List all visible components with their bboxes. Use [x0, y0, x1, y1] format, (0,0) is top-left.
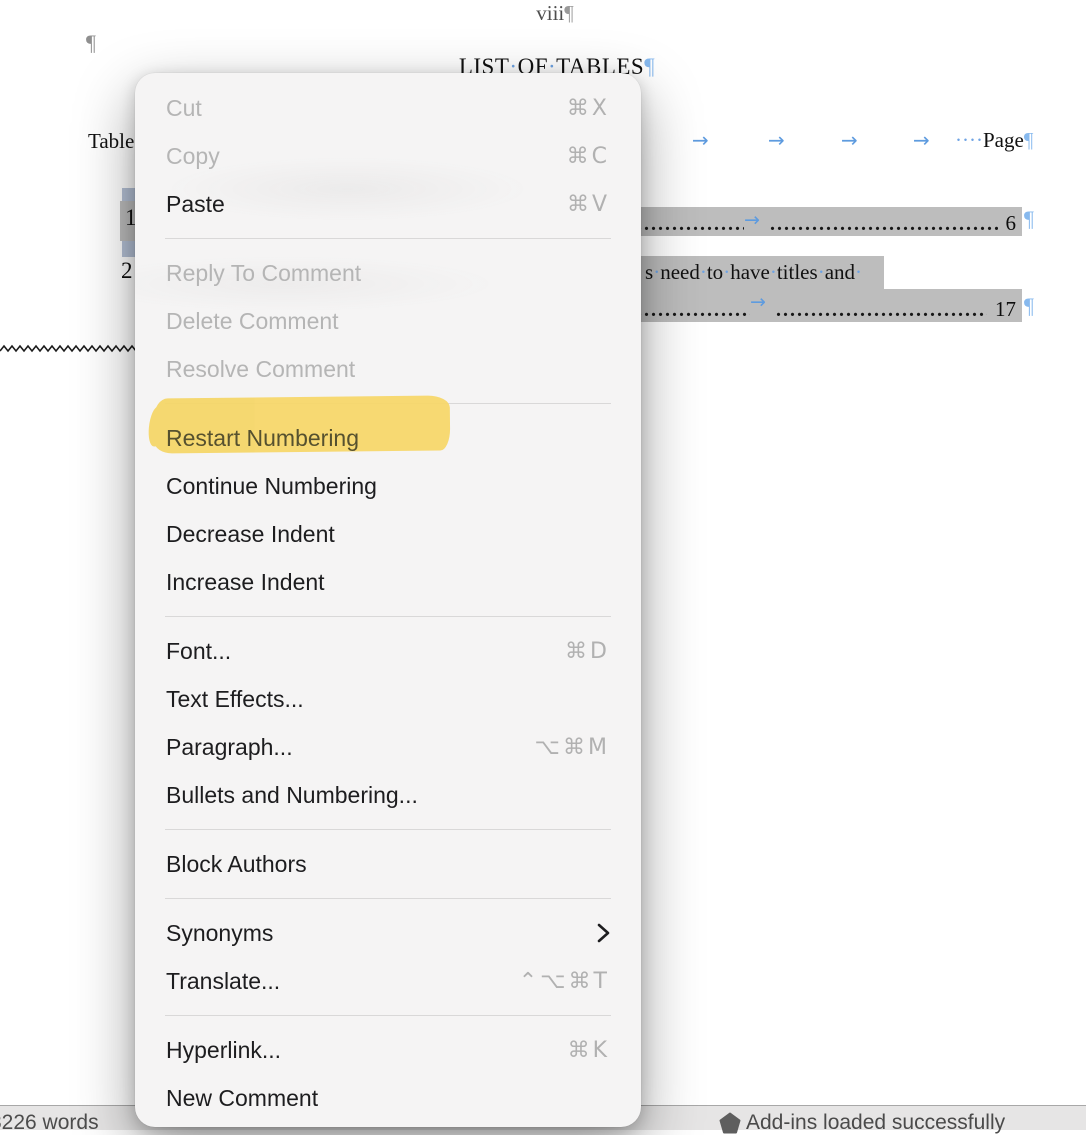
menu-item-continue-numbering[interactable]: Continue Numbering: [135, 462, 641, 510]
toc-entry-2-page: 17: [995, 297, 1016, 322]
menu-separator: [165, 1015, 611, 1016]
menu-item-reply-to-comment-label: Reply To Comment: [166, 260, 610, 287]
menu-item-paste-label: Paste: [166, 191, 567, 218]
menu-item-paragraph-shortcut: ⌥⌘M: [535, 735, 610, 760]
menu-item-text-effects[interactable]: Text Effects...: [135, 675, 641, 723]
pilcrow-mark: ¶: [1024, 293, 1034, 319]
menu-item-paragraph-label: Paragraph...: [166, 734, 535, 761]
menu-item-decrease-indent[interactable]: Decrease Indent: [135, 510, 641, 558]
menu-item-new-comment-label: New Comment: [166, 1085, 610, 1112]
menu-item-restart-numbering-label: Restart Numbering: [166, 425, 610, 452]
menu-item-restart-numbering[interactable]: Restart Numbering: [135, 414, 641, 462]
table-column-label: Table: [88, 129, 134, 154]
menu-item-hyperlink-shortcut: ⌘K: [568, 1038, 610, 1063]
menu-item-synonyms[interactable]: Synonyms: [135, 909, 641, 957]
tab-mark-icon: →: [750, 291, 776, 313]
pilcrow-mark: ¶: [644, 54, 655, 79]
context-menu: Cut ⌘X Copy ⌘C Paste ⌘V Reply To Comment…: [135, 73, 641, 1127]
list-number-2: 2: [121, 258, 133, 284]
add-in-icon: [719, 1112, 741, 1134]
menu-item-copy-label: Copy: [166, 143, 567, 170]
menu-item-cut-label: Cut: [166, 95, 567, 122]
menu-item-font-label: Font...: [166, 638, 565, 665]
menu-item-paste-shortcut: ⌘V: [567, 192, 610, 217]
menu-item-resolve-comment: Resolve Comment: [135, 345, 641, 393]
toc-entry-2-leader: ........................................…: [616, 289, 1022, 322]
menu-item-font-shortcut: ⌘D: [565, 639, 610, 664]
page-column-label: ····Page¶: [955, 128, 1033, 153]
menu-item-continue-numbering-label: Continue Numbering: [166, 473, 610, 500]
pilcrow-mark: ¶: [1024, 128, 1034, 152]
toc-entry-1-leader: ........................................…: [616, 207, 1022, 236]
tab-mark-icon: →: [913, 128, 930, 152]
menu-item-increase-indent-label: Increase Indent: [166, 569, 610, 596]
page-number-text: viii: [536, 1, 564, 25]
empty-paragraph-mark: ¶: [86, 30, 96, 56]
menu-item-reply-to-comment: Reply To Comment: [135, 249, 641, 297]
addin-status-message: Add-ins loaded successfully: [746, 1111, 1005, 1135]
menu-item-bullets-and-numbering-label: Bullets and Numbering...: [166, 782, 610, 809]
space-marks: ····: [955, 128, 983, 152]
menu-item-translate[interactable]: Translate... ⌃⌥⌘T: [135, 957, 641, 1005]
menu-item-block-authors[interactable]: Block Authors: [135, 840, 641, 888]
menu-item-translate-label: Translate...: [166, 968, 519, 995]
submenu-chevron-icon: [597, 922, 610, 944]
page-label-text: Page: [983, 128, 1024, 152]
menu-item-delete-comment: Delete Comment: [135, 297, 641, 345]
menu-item-copy-shortcut: ⌘C: [567, 144, 610, 169]
tab-mark-icon: →: [768, 128, 785, 152]
page-number: viii¶: [536, 1, 574, 26]
tab-mark-icon: →: [692, 128, 709, 152]
menu-item-decrease-indent-label: Decrease Indent: [166, 521, 610, 548]
menu-item-copy: Copy ⌘C: [135, 132, 641, 180]
menu-item-paragraph[interactable]: Paragraph... ⌥⌘M: [135, 723, 641, 771]
word-count[interactable]: 3226 words: [0, 1111, 99, 1135]
pilcrow-mark: ¶: [1024, 206, 1034, 232]
leader-dots: ........................................…: [770, 213, 998, 236]
tab-mark-icon: →: [841, 128, 858, 152]
menu-item-delete-comment-label: Delete Comment: [166, 308, 610, 335]
menu-separator: [165, 898, 611, 899]
menu-item-block-authors-label: Block Authors: [166, 851, 610, 878]
toc-entry-1-page: 6: [1006, 211, 1017, 236]
menu-item-new-comment[interactable]: New Comment: [135, 1074, 641, 1122]
menu-item-increase-indent[interactable]: Increase Indent: [135, 558, 641, 606]
section-break-zigzag: [0, 344, 153, 353]
menu-item-cut-shortcut: ⌘X: [567, 96, 610, 121]
menu-item-resolve-comment-label: Resolve Comment: [166, 356, 610, 383]
menu-separator: [165, 829, 611, 830]
menu-item-hyperlink[interactable]: Hyperlink... ⌘K: [135, 1026, 641, 1074]
menu-item-synonyms-label: Synonyms: [166, 920, 597, 947]
tab-mark-icon: →: [744, 209, 770, 231]
menu-item-paste[interactable]: Paste ⌘V: [135, 180, 641, 228]
menu-item-font[interactable]: Font... ⌘D: [135, 627, 641, 675]
toc-entry-2-text: s·need·to·have·titles·and·: [616, 256, 884, 289]
menu-item-translate-shortcut: ⌃⌥⌘T: [519, 969, 610, 994]
leader-dots: ........................................…: [776, 299, 987, 322]
menu-item-bullets-and-numbering[interactable]: Bullets and Numbering...: [135, 771, 641, 819]
table-header-row: → → → → ····Page¶: [670, 128, 1050, 154]
menu-item-text-effects-label: Text Effects...: [166, 686, 610, 713]
menu-separator: [165, 238, 611, 239]
pilcrow-mark: ¶: [564, 1, 574, 25]
menu-separator: [165, 616, 611, 617]
menu-item-cut: Cut ⌘X: [135, 84, 641, 132]
menu-item-hyperlink-label: Hyperlink...: [166, 1037, 568, 1064]
entry-2-text: s·need·to·have·titles·and·: [645, 260, 862, 285]
